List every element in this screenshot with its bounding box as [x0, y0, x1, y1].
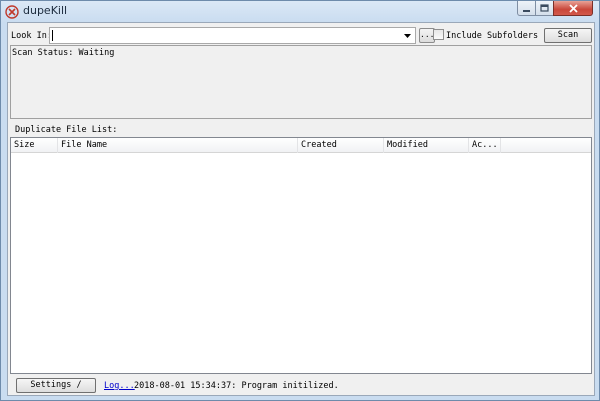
text-caret — [52, 30, 53, 41]
duplicate-file-list-label: Duplicate File List: — [15, 125, 118, 135]
scan-button[interactable]: Scan — [544, 28, 592, 43]
client-area: Look In: ... Include Subfolders Scan Sca… — [7, 22, 595, 396]
look-in-path-input[interactable] — [52, 29, 397, 42]
look-in-combobox[interactable] — [49, 27, 416, 44]
log-message: 2018-08-01 15:34:37: Program initilized. — [134, 381, 339, 391]
look-in-label: Look In: — [11, 31, 52, 41]
include-subfolders-label[interactable]: Include Subfolders — [446, 31, 538, 41]
window-title: dupeKill — [23, 4, 68, 17]
dupekill-x-icon — [5, 4, 19, 19]
log-link[interactable]: Log... — [104, 381, 135, 391]
caption-buttons — [517, 1, 593, 17]
column-header-created[interactable]: Created — [298, 138, 384, 153]
minimize-icon — [523, 9, 530, 12]
app-window: dupeKill Look In: ... Include Subfolders… — [0, 0, 600, 401]
settings-button[interactable]: Settings / — [16, 378, 96, 393]
combo-dropdown-button[interactable] — [400, 29, 414, 42]
column-header-action[interactable]: Ac... — [469, 138, 501, 153]
scan-status-panel: Scan Status: Waiting — [10, 45, 592, 119]
list-header: Size File Name Created Modified Ac... — [11, 138, 591, 153]
maximize-icon — [540, 3, 549, 12]
close-icon — [568, 3, 578, 13]
include-subfolders-checkbox[interactable] — [433, 29, 444, 40]
scan-status-text: Scan Status: Waiting — [12, 48, 115, 58]
column-header-file-name[interactable]: File Name — [58, 138, 298, 153]
chevron-down-icon — [403, 33, 411, 38]
close-button[interactable] — [553, 1, 593, 16]
title-bar[interactable]: dupeKill — [1, 1, 599, 21]
column-header-size[interactable]: Size — [11, 138, 58, 153]
minimize-button[interactable] — [517, 1, 536, 16]
duplicate-file-list[interactable]: Size File Name Created Modified Ac... — [10, 137, 592, 374]
maximize-button[interactable] — [535, 1, 554, 16]
column-header-modified[interactable]: Modified — [384, 138, 469, 153]
